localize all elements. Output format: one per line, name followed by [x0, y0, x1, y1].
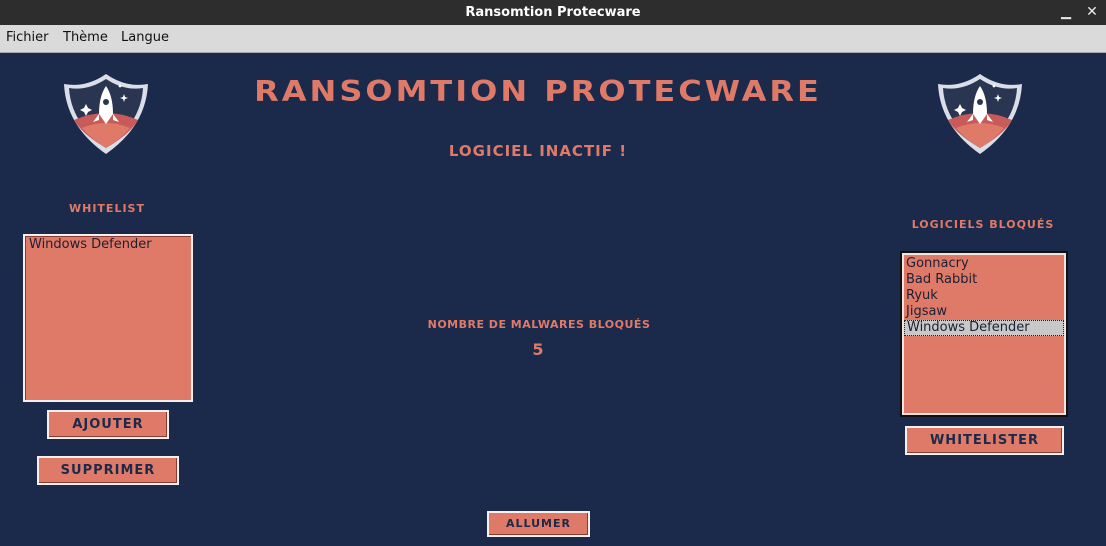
rocket-shield-logo-icon: [64, 74, 148, 154]
add-button[interactable]: AJOUTER: [47, 410, 169, 439]
menu-bar: Fichier Thème Langue: [0, 25, 1106, 53]
menu-langue[interactable]: Langue: [121, 30, 169, 45]
blocked-title: LOGICIELS BLOQUÉS: [911, 218, 1055, 231]
status-label: LOGICIEL INACTIF !: [448, 142, 628, 160]
window-title: Ransomtion Protecware: [465, 5, 641, 20]
whitelist-item[interactable]: Windows Defender: [27, 237, 189, 253]
whitelist-button[interactable]: WHITELISTER: [905, 426, 1064, 455]
remove-button[interactable]: SUPPRIMER: [37, 456, 179, 485]
whitelist-listbox[interactable]: Windows Defender: [23, 234, 193, 402]
app-title: RANSOMTION PROTECWARE: [254, 73, 822, 109]
blocked-item[interactable]: Gonnacry: [904, 256, 1064, 272]
blocked-count-value: 5: [532, 340, 544, 359]
rocket-shield-logo-icon: [938, 74, 1022, 154]
main-panel: RANSOMTION PROTECWARE LOGICIEL INACTIF !…: [0, 54, 1106, 546]
app-window: Ransomtion Protecware ▁ ✕ Fichier Thème …: [0, 0, 1106, 546]
whitelist-title: WHITELIST: [69, 202, 145, 215]
blocked-item-selected[interactable]: Windows Defender: [904, 320, 1064, 336]
blocked-listbox[interactable]: Gonnacry Bad Rabbit Ryuk Jigsaw Windows …: [900, 251, 1068, 417]
blocked-item[interactable]: Ryuk: [904, 288, 1064, 304]
blocked-item[interactable]: Bad Rabbit: [904, 272, 1064, 288]
minimize-icon[interactable]: ▁: [1056, 0, 1076, 25]
menu-theme[interactable]: Thème: [63, 30, 108, 45]
blocked-item[interactable]: Jigsaw: [904, 304, 1064, 320]
power-on-button[interactable]: ALLUMER: [487, 511, 590, 537]
menu-fichier[interactable]: Fichier: [6, 30, 49, 45]
blocked-count-label: NOMBRE DE MALWARES BLOQUÉS: [427, 318, 651, 331]
close-icon[interactable]: ✕: [1082, 0, 1102, 25]
title-bar: Ransomtion Protecware ▁ ✕: [0, 0, 1106, 25]
